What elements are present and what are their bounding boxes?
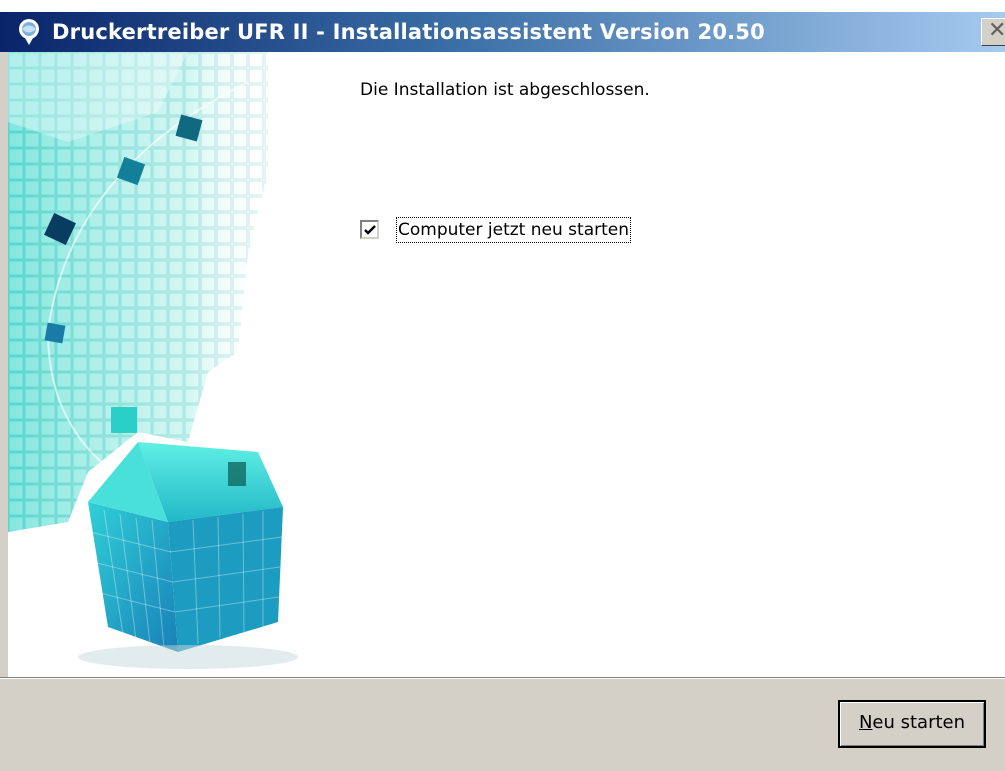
close-icon: ✕ xyxy=(988,18,1005,43)
main-panel: Die Installation ist abgeschlossen. Comp… xyxy=(0,52,1005,677)
restart-checkbox[interactable] xyxy=(360,220,379,239)
printer-globe-icon xyxy=(19,19,39,45)
window-frame-left xyxy=(0,52,8,677)
title-bar[interactable]: Druckertreiber UFR II - Installationsass… xyxy=(0,12,1005,52)
restart-button-mnemonic: N xyxy=(858,712,873,733)
window-title: Druckertreiber UFR II - Installationsass… xyxy=(52,20,765,44)
button-bar: Neu starten xyxy=(0,679,1005,771)
installer-window: Druckertreiber UFR II - Installationsass… xyxy=(0,0,1005,771)
checkmark-icon xyxy=(364,225,376,235)
cube-artwork xyxy=(8,52,338,677)
restart-checkbox-label[interactable]: Computer jetzt neu starten xyxy=(396,217,631,243)
close-button[interactable]: ✕ xyxy=(981,18,1005,46)
completion-message: Die Installation ist abgeschlossen. xyxy=(360,80,650,100)
restart-now-button[interactable]: Neu starten xyxy=(838,700,986,748)
restart-button-label: eu starten xyxy=(872,712,966,733)
